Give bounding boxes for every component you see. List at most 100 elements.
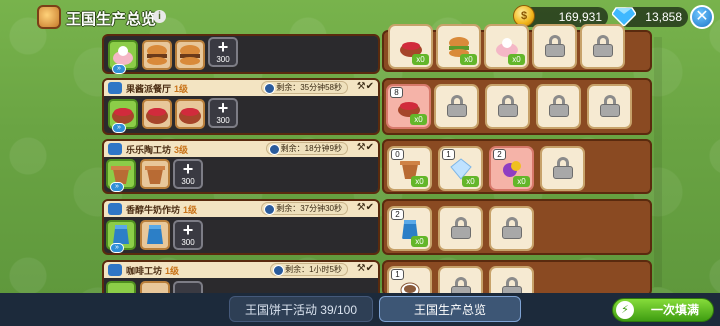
- lock-icon: [549, 95, 569, 117]
- lock-icon: [600, 95, 620, 117]
- storage-panel-5: 1: [382, 260, 652, 311]
- workshop-header: 香醇牛奶作坊 1级 剩余：37分钟30秒 ⚒✔: [104, 201, 378, 217]
- fill-all-button[interactable]: ⚡ 一次填满: [612, 298, 714, 322]
- hammer-check-icon[interactable]: ⚒✔: [357, 142, 374, 153]
- jam-bowl-icon: [179, 108, 201, 124]
- add-slot-cost: 300: [181, 238, 195, 247]
- locked-item[interactable]: [536, 84, 581, 129]
- workshop-header: 果酱派餐厅 1级 剩余：35分钟58秒 ⚒✔: [104, 80, 378, 96]
- slot-queued[interactable]: [142, 40, 172, 70]
- product-qty: x0: [410, 114, 427, 125]
- coin-amount: 169,931: [558, 10, 602, 24]
- workshop-icon: [108, 264, 122, 276]
- workshop-header: 咖啡工坊 1级 剩余：1小时5秒 ⚒✔: [104, 262, 378, 278]
- hammer-check-icon[interactable]: ⚒✔: [357, 263, 374, 274]
- slot-queued[interactable]: [175, 99, 205, 129]
- remaining-time: 剩余：1小时5秒: [270, 263, 348, 276]
- add-slot-button[interactable]: + 300: [173, 159, 203, 189]
- add-slot-cost: 300: [216, 55, 230, 64]
- product-qty: x0: [513, 176, 530, 187]
- product-qty: x0: [460, 54, 477, 65]
- burger-icon: [147, 45, 167, 65]
- tab-cookie-event[interactable]: 王国饼干活动 39/100: [229, 296, 373, 322]
- workshop-header: 乐乐陶工坊 3级 剩余：18分钟9秒 ⚒✔: [104, 141, 378, 157]
- slot-queued[interactable]: [140, 159, 170, 189]
- speed-up-button[interactable]: »: [110, 243, 124, 253]
- info-icon[interactable]: i: [153, 10, 166, 23]
- storage-panel-3: 0 x0 1 x0 2 x0: [382, 139, 652, 194]
- product-item[interactable]: 8 x0: [386, 84, 431, 129]
- slot-queued[interactable]: [175, 40, 205, 70]
- locked-item[interactable]: [580, 24, 625, 69]
- plus-icon: +: [217, 37, 229, 57]
- locked-item[interactable]: [434, 84, 479, 129]
- workshop-panel-3[interactable]: 乐乐陶工坊 3级 剩余：18分钟9秒 ⚒✔ » + 300: [102, 139, 380, 194]
- workshop-level: 1级: [183, 205, 198, 215]
- lock-icon: [447, 95, 467, 117]
- locked-item[interactable]: [489, 206, 534, 251]
- product-item[interactable]: x0: [388, 24, 433, 69]
- tab-production-overview[interactable]: 王国生产总览: [379, 296, 521, 322]
- lock-icon: [553, 157, 573, 179]
- milk-jug-icon: [147, 225, 163, 244]
- locked-item[interactable]: [485, 84, 530, 129]
- workshop-name: 果酱派餐厅 1级: [126, 82, 188, 95]
- speed-up-button[interactable]: »: [110, 182, 124, 192]
- add-slot-button[interactable]: + 300: [173, 220, 203, 250]
- slot-queued[interactable]: [142, 99, 172, 129]
- speed-up-button[interactable]: »: [112, 123, 126, 133]
- locked-item[interactable]: [540, 146, 585, 191]
- workshop-icon: [108, 203, 122, 215]
- workshop-name-text: 香醇牛奶作坊: [126, 205, 181, 215]
- workshop-name: 咖啡工坊 1级: [126, 264, 179, 277]
- locked-item[interactable]: [438, 206, 483, 251]
- workshop-icon: [108, 143, 122, 155]
- product-qty: x0: [462, 176, 479, 187]
- storage-panel-2: 8 x0: [382, 78, 652, 135]
- product-item[interactable]: 0 x0: [387, 146, 432, 191]
- storage-panel-4: 2 x0: [382, 199, 652, 255]
- flowerpot-icon: [145, 166, 165, 184]
- workshop-slots: » + 300: [104, 96, 378, 133]
- product-item[interactable]: 2 x0: [387, 206, 432, 251]
- product-item[interactable]: x0: [436, 24, 481, 69]
- remaining-time: 剩余：35分钟58秒: [261, 81, 348, 94]
- speed-up-button[interactable]: »: [112, 64, 126, 74]
- workshop-panel-1[interactable]: » + 300: [102, 34, 380, 74]
- page-title: 王国生产总览: [66, 11, 157, 28]
- workshop-panel-4[interactable]: 香醇牛奶作坊 1级 剩余：37分钟30秒 ⚒✔ » + 300: [102, 199, 380, 255]
- close-button[interactable]: ✕: [690, 5, 714, 29]
- lock-icon: [498, 95, 518, 117]
- hammer-check-icon[interactable]: ⚒✔: [357, 81, 374, 92]
- workshop-slots: » + 300: [104, 217, 378, 253]
- storage-panel-1: x0 x0 x0: [382, 24, 652, 72]
- workshop-level: 3级: [174, 145, 189, 155]
- fill-all-label: 一次填满: [650, 303, 699, 317]
- slot-queued[interactable]: [140, 220, 170, 250]
- lock-icon: [593, 35, 613, 57]
- product-item[interactable]: 1 x0: [438, 146, 483, 191]
- remaining-time: 剩余：37分钟30秒: [261, 202, 348, 215]
- product-qty: x0: [412, 54, 429, 65]
- product-item[interactable]: 2 x0: [489, 146, 534, 191]
- product-qty: x0: [411, 236, 428, 247]
- workshop-name: 香醇牛奶作坊 1级: [126, 203, 197, 216]
- remaining-time: 剩余：18分钟9秒: [265, 142, 348, 155]
- product-qty: x0: [508, 54, 525, 65]
- add-slot-button[interactable]: + 300: [208, 98, 238, 128]
- gem-amount: 13,858: [645, 10, 682, 24]
- workshop-name-text: 乐乐陶工坊: [126, 145, 172, 155]
- product-item[interactable]: x0: [484, 24, 529, 69]
- workshop-name: 乐乐陶工坊 3级: [126, 143, 188, 156]
- plus-icon: +: [217, 98, 229, 118]
- workshop-name-text: 果酱派餐厅: [126, 84, 172, 94]
- workshop-slots: » + 300: [104, 36, 378, 74]
- add-slot-cost: 300: [181, 177, 195, 186]
- workshop-panel-2[interactable]: 果酱派餐厅 1级 剩余：35分钟58秒 ⚒✔ » + 300: [102, 78, 380, 135]
- locked-item[interactable]: [587, 84, 632, 129]
- workshop-slots: » + 300: [104, 157, 378, 192]
- product-qty: x0: [411, 176, 428, 187]
- hammer-check-icon[interactable]: ⚒✔: [357, 202, 374, 213]
- add-slot-button[interactable]: + 300: [208, 37, 238, 67]
- locked-item[interactable]: [532, 24, 577, 69]
